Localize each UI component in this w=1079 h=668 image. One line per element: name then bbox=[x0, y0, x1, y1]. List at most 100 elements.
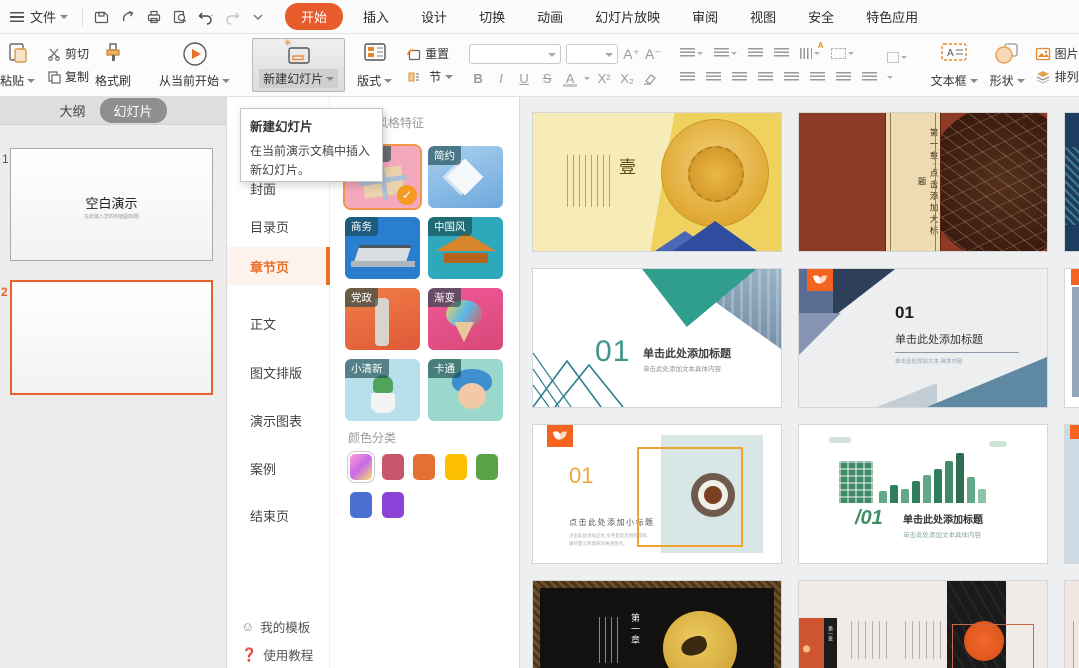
tab-review[interactable]: 审阅 bbox=[680, 3, 730, 30]
color-swatch-orange[interactable] bbox=[413, 454, 435, 480]
font-size-select[interactable] bbox=[566, 44, 618, 64]
space-before-button[interactable] bbox=[834, 70, 853, 85]
category-toc[interactable]: 目录页 bbox=[250, 217, 289, 236]
space-after-button[interactable] bbox=[860, 70, 879, 85]
template-slide-cream-floral[interactable]: 第一章 bbox=[798, 580, 1048, 668]
clear-format-icon[interactable] bbox=[641, 72, 657, 86]
my-templates-link[interactable]: ☺ 我的模板 bbox=[241, 617, 310, 636]
category-section-page[interactable]: 章节页 bbox=[250, 257, 289, 276]
strikethrough-button[interactable]: S bbox=[538, 71, 556, 86]
color-swatch-red[interactable] bbox=[382, 454, 404, 480]
superscript-button[interactable]: X² bbox=[595, 71, 613, 86]
template-slide-black-gold[interactable]: 第一章 bbox=[532, 580, 782, 668]
shapes-button[interactable]: 形状 bbox=[984, 38, 1031, 92]
style-tile-minimal[interactable]: 简约 bbox=[428, 146, 503, 208]
template-slide-partial[interactable] bbox=[1064, 112, 1079, 252]
color-swatch-gradient[interactable] bbox=[350, 454, 372, 480]
color-swatch-blue[interactable] bbox=[350, 492, 372, 518]
increase-font-button[interactable]: A⁺ bbox=[623, 46, 640, 63]
tab-security[interactable]: 安全 bbox=[796, 3, 846, 30]
color-swatch-purple[interactable] bbox=[382, 492, 404, 518]
style-tile-cartoon[interactable]: 卡通 bbox=[428, 359, 503, 421]
paragraph-more-button[interactable] bbox=[885, 74, 909, 81]
new-slide-button[interactable]: ✳ 新建幻灯片 bbox=[252, 38, 345, 92]
section-button[interactable]: 节 bbox=[406, 68, 453, 85]
customize-quickbar-button[interactable] bbox=[245, 4, 271, 30]
template-slide-partial[interactable] bbox=[1064, 268, 1079, 408]
save-button[interactable] bbox=[89, 4, 115, 30]
tab-home[interactable]: 开始 bbox=[285, 3, 343, 30]
line-spacing-button[interactable] bbox=[808, 70, 827, 85]
tab-slideshow[interactable]: 幻灯片放映 bbox=[583, 3, 672, 30]
category-image-text[interactable]: 图文排版 bbox=[250, 363, 302, 382]
template-slide-blue-gray[interactable]: 01 单击此处添加标题 单击此处添加文本 具体内容 bbox=[798, 268, 1048, 408]
decrease-indent-button[interactable] bbox=[746, 46, 765, 61]
style-tile-fresh[interactable]: 小清新 bbox=[345, 359, 420, 421]
template-slide-teal-geometric[interactable]: 01 单击此处添加标题 单击此处添加文本具体内容 bbox=[532, 268, 782, 408]
distribute-text-button[interactable] bbox=[782, 70, 801, 85]
copy-button[interactable]: 复制 bbox=[47, 68, 89, 85]
text-direction-button[interactable]: A bbox=[798, 46, 822, 61]
bullet-list-button[interactable] bbox=[678, 46, 705, 61]
output-pdf-button[interactable] bbox=[115, 4, 141, 30]
arrange-button[interactable]: 排列 bbox=[1035, 68, 1079, 85]
category-ending[interactable]: 结束页 bbox=[250, 506, 289, 525]
category-charts[interactable]: 演示图表 bbox=[250, 411, 302, 430]
template-slide-chinese-red[interactable]: 第一章·点击添加大标题 bbox=[798, 112, 1048, 252]
tab-animation[interactable]: 动画 bbox=[525, 3, 575, 30]
template-slide-partial[interactable] bbox=[1064, 424, 1079, 564]
align-right-button[interactable] bbox=[730, 70, 749, 85]
italic-button[interactable]: I bbox=[492, 71, 510, 86]
color-swatch-yellow[interactable] bbox=[445, 454, 467, 480]
tab-slides-view[interactable]: 幻灯片 bbox=[100, 98, 167, 123]
style-tile-business[interactable]: 商务 bbox=[345, 217, 420, 279]
align-justify-button[interactable] bbox=[756, 70, 775, 85]
layout-button[interactable]: 版式 bbox=[351, 38, 398, 92]
tab-view[interactable]: 视图 bbox=[738, 3, 788, 30]
cut-button[interactable]: 剪切 bbox=[47, 45, 89, 62]
style-tile-chinese[interactable]: 中国风 bbox=[428, 217, 503, 279]
tab-insert[interactable]: 插入 bbox=[351, 3, 401, 30]
reset-button[interactable]: 重置 bbox=[406, 45, 453, 62]
columns-button[interactable] bbox=[829, 46, 856, 61]
numbered-list-button[interactable] bbox=[712, 46, 739, 61]
tab-design[interactable]: 设计 bbox=[409, 3, 459, 30]
underline-button[interactable]: U bbox=[515, 71, 533, 86]
tab-outline-view[interactable]: 大纲 bbox=[59, 101, 85, 120]
font-family-select[interactable] bbox=[469, 44, 561, 64]
category-case[interactable]: 案例 bbox=[250, 459, 276, 478]
combine-characters-button[interactable] bbox=[885, 50, 909, 65]
subscript-button[interactable]: X₂ bbox=[618, 71, 636, 86]
decrease-font-button[interactable]: A⁻ bbox=[645, 46, 662, 63]
redo-button[interactable] bbox=[219, 4, 245, 30]
align-center-button[interactable] bbox=[704, 70, 723, 85]
bold-button[interactable]: B bbox=[469, 71, 487, 86]
tab-transitions[interactable]: 切换 bbox=[467, 3, 517, 30]
text-box-button[interactable]: A 文本框 bbox=[925, 38, 984, 92]
template-slide-green-chart[interactable]: /01 单击此处添加标题 单击此处添加文本具体内容 bbox=[798, 424, 1048, 564]
file-menu[interactable]: 文件 bbox=[24, 0, 76, 34]
slide-thumbnail-2[interactable] bbox=[10, 280, 213, 395]
template-slide-partial[interactable] bbox=[1064, 580, 1079, 668]
format-painter-button[interactable]: 格式刷 bbox=[89, 38, 137, 92]
color-swatch-green[interactable] bbox=[476, 454, 498, 480]
undo-button[interactable] bbox=[193, 4, 219, 30]
category-body[interactable]: 正文 bbox=[250, 314, 276, 333]
template-slide-coffee[interactable]: 01 点击此处添加小标题 点击此处添加正文,文字是您思想的提炼, 请尽量言简意赅… bbox=[532, 424, 782, 564]
hamburger-menu-icon[interactable] bbox=[10, 12, 24, 22]
template-slide-chinese-yellow[interactable]: 壹 bbox=[532, 112, 782, 252]
tab-special-features[interactable]: 特色应用 bbox=[854, 3, 930, 30]
style-tile-party[interactable]: 党政 bbox=[345, 288, 420, 350]
print-preview-button[interactable] bbox=[167, 4, 193, 30]
style-tile-gradient[interactable]: 渐变 bbox=[428, 288, 503, 350]
tutorial-link[interactable]: ❓ 使用教程 bbox=[241, 645, 313, 664]
play-from-current-button[interactable]: 从当前开始 bbox=[153, 38, 236, 92]
print-button[interactable] bbox=[141, 4, 167, 30]
slide-thumbnail-1[interactable]: 空白演示 在此输入您的封面副标题 bbox=[10, 148, 213, 261]
paste-button[interactable]: 粘贴 bbox=[0, 38, 41, 92]
picture-label: 图片 bbox=[1055, 45, 1079, 62]
picture-button[interactable]: 图片 bbox=[1035, 45, 1079, 62]
font-color-button[interactable]: A bbox=[561, 71, 579, 86]
align-left-button[interactable] bbox=[678, 70, 697, 85]
increase-indent-button[interactable] bbox=[772, 46, 791, 61]
